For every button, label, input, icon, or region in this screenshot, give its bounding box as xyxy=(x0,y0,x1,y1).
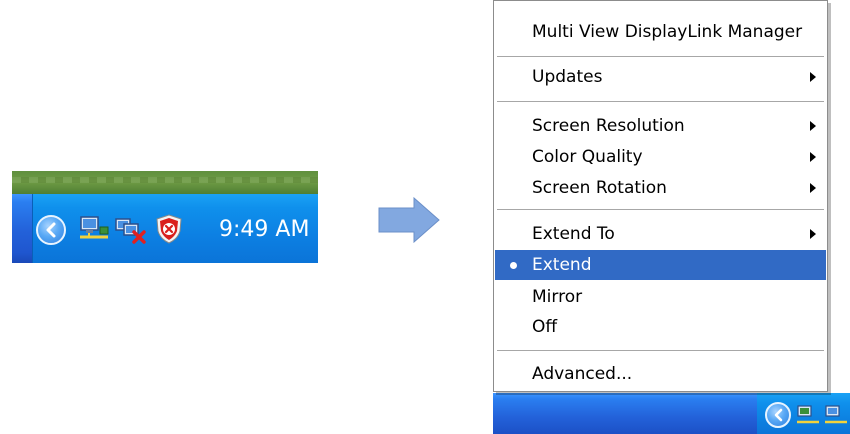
menu-item-extend[interactable]: Extend xyxy=(495,250,826,280)
network-icon[interactable] xyxy=(795,402,821,428)
security-shield-icon[interactable] xyxy=(152,213,186,245)
menu-item-advanced[interactable]: Advanced... xyxy=(495,359,826,389)
menu-separator xyxy=(497,101,824,102)
radio-bullet-icon xyxy=(510,262,517,269)
menu-item-screen-resolution[interactable]: Screen Resolution xyxy=(495,111,826,141)
network-disconnected-icon[interactable] xyxy=(114,213,148,245)
submenu-arrow-icon xyxy=(810,121,816,131)
submenu-arrow-icon xyxy=(810,152,816,162)
desktop-background-strip xyxy=(12,171,318,194)
menu-item-mirror[interactable]: Mirror xyxy=(495,282,826,312)
clock[interactable]: 9:49 AM xyxy=(219,216,309,244)
menu-separator xyxy=(497,209,824,210)
menu-separator xyxy=(497,350,824,351)
arrow-right-icon xyxy=(378,197,440,243)
menu-item-multi-view-displaylink-manager[interactable]: Multi View DisplayLink Manager xyxy=(495,17,826,47)
menu-item-screen-rotation[interactable]: Screen Rotation xyxy=(495,173,826,203)
taskbar-crop: 9:49 AM xyxy=(12,171,318,263)
menu-item-extend-to[interactable]: Extend To xyxy=(495,219,826,249)
submenu-arrow-icon xyxy=(810,72,816,82)
context-menu-screenshot: Multi View DisplayLink Manager Updates S… xyxy=(493,0,850,434)
chevron-left-icon[interactable] xyxy=(36,215,66,245)
submenu-arrow-icon xyxy=(810,183,816,193)
chevron-left-icon[interactable] xyxy=(765,402,791,428)
menu-item-updates[interactable]: Updates xyxy=(495,62,826,92)
menu-item-color-quality[interactable]: Color Quality xyxy=(495,142,826,172)
context-menu: Multi View DisplayLink Manager Updates S… xyxy=(493,0,828,392)
network-icon[interactable] xyxy=(78,213,112,245)
network-icon[interactable] xyxy=(823,402,849,428)
menu-separator xyxy=(497,56,824,57)
submenu-arrow-icon xyxy=(810,229,816,239)
menu-item-off[interactable]: Off xyxy=(495,312,826,342)
